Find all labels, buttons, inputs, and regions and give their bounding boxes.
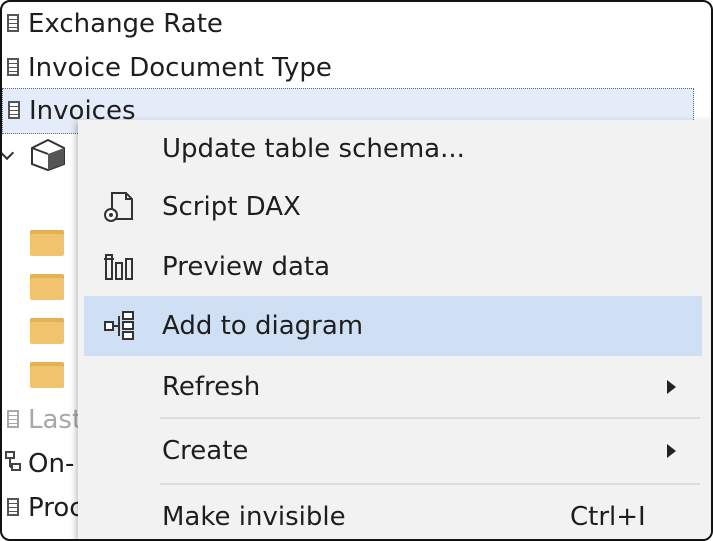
expand-arrow-icon[interactable] [2,145,15,161]
menu-separator [160,417,700,419]
folder-icon [30,274,64,300]
tree-item-exchange-rate[interactable]: Exchange Rate [2,2,223,46]
folder-icon [30,362,64,388]
shortcut-text: Ctrl+I [570,502,646,532]
tree-item-label: On- [28,449,75,479]
table-icon [2,493,24,523]
tree-item-last[interactable]: Last [2,398,82,442]
tree-item-label: Last [28,405,83,435]
tree-item-label: Exchange Rate [28,9,223,39]
table-icon [2,9,24,39]
menu-item-refresh[interactable]: Refresh [84,358,702,416]
tree-item-on[interactable]: On- [2,442,74,486]
tree-item-invoice-document-type[interactable]: Invoice Document Type [2,46,332,90]
hierarchy-icon [2,449,24,479]
menu-item-update-table-schema[interactable]: Update table schema... [84,120,702,178]
menu-item-create[interactable]: Create [84,422,702,480]
menu-separator [160,483,700,485]
folder-icon [30,230,64,256]
table-icon [2,405,24,435]
script-icon [100,187,140,227]
tree-item-label: Invoice Document Type [28,53,332,83]
menu-item-add-to-diagram[interactable]: Add to diagram [84,296,702,356]
table-icon [2,53,24,83]
menu-item-script-dax[interactable]: Script DAX [84,178,702,236]
tree-item-label: Proc [28,493,84,523]
diagram-icon [100,306,140,346]
cube-icon [31,138,65,172]
window-frame: Exchange Rate Invoice Document Type Invo… [0,0,713,541]
context-menu: Update table schema... Script DAX Previe… [78,120,711,539]
submenu-arrow-icon [667,444,676,458]
submenu-arrow-icon [667,380,676,394]
folder-icon [30,318,64,344]
tree-item-proc[interactable]: Proc [2,486,84,530]
table-icon [3,96,25,126]
menu-item-make-invisible[interactable]: Make invisible Ctrl+I [84,488,702,539]
preview-data-icon [100,247,140,287]
menu-item-preview-data[interactable]: Preview data [84,238,702,296]
